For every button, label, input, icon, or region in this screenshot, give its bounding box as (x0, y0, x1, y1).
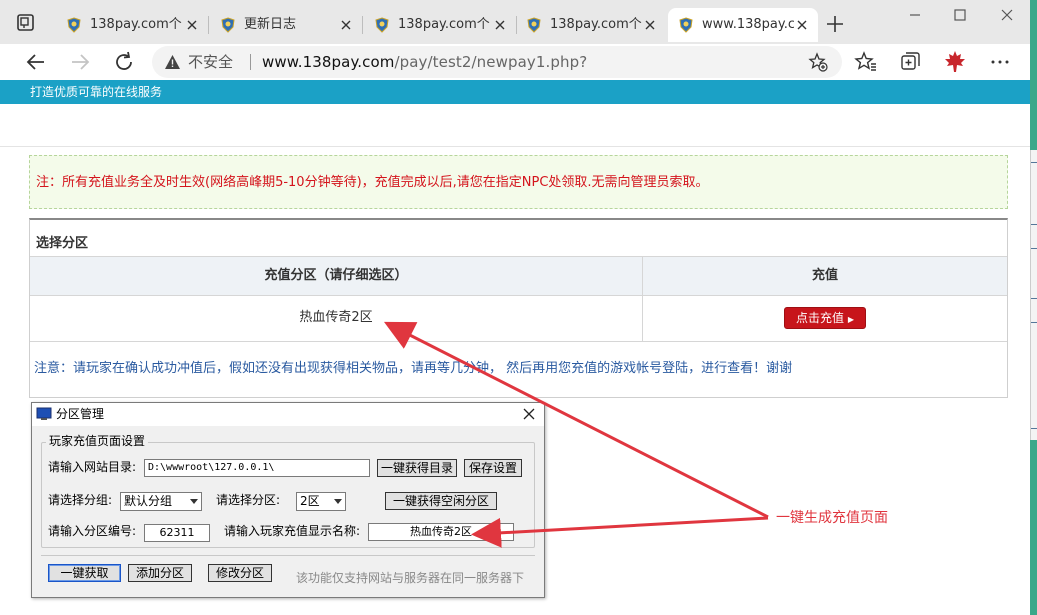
row-divider (30, 341, 1007, 342)
window-close-icon[interactable] (996, 6, 1018, 24)
close-icon[interactable] (184, 17, 200, 33)
address-separator (250, 54, 251, 70)
add-zone-button[interactable]: 添加分区 (128, 564, 192, 582)
shield-favicon-icon (221, 17, 235, 33)
close-icon[interactable] (794, 17, 810, 33)
arrow-right-icon: ▶ (847, 315, 854, 324)
shield-favicon-icon (375, 17, 389, 33)
page-divider (0, 146, 1030, 147)
url-host: www.138pay.com (262, 53, 395, 71)
warning-triangle-icon[interactable] (164, 54, 181, 70)
collections-icon[interactable] (898, 50, 922, 74)
close-icon[interactable] (642, 17, 658, 33)
tab-1[interactable]: 138pay.com个人 (56, 8, 208, 42)
group-select[interactable]: 默认分组 (120, 492, 202, 511)
extension-maple-leaf-icon[interactable] (943, 50, 967, 74)
header-recharge: 充值 (811, 268, 838, 283)
notice-text: 注：所有充值业务全及时生效(网络高峰期5-10分钟等待)，充值完成以后,请您在指… (36, 175, 709, 190)
security-status[interactable]: 不安全 (188, 52, 233, 72)
address-bar[interactable]: 不安全 www.138pay.com/pay/test2/newpay1.php… (152, 46, 842, 78)
navigation-bar: 不安全 www.138pay.com/pay/test2/newpay1.php… (0, 44, 1030, 80)
save-settings-button[interactable]: 保存设置 (464, 459, 522, 477)
panel-title: 选择分区 (36, 236, 89, 251)
header-zone: 充值分区（请仔细选区） (264, 268, 408, 283)
close-icon[interactable] (522, 407, 536, 421)
fetch-button[interactable]: 一键获取 (48, 564, 121, 582)
site-banner: 打造优质可靠的在线服务 (0, 80, 1030, 104)
maximize-icon[interactable] (949, 6, 971, 24)
zone-id-input[interactable]: 62311 (144, 524, 210, 542)
zone-label: 请选择分区: (216, 493, 281, 507)
add-favorite-icon[interactable] (808, 52, 828, 72)
column-divider (642, 256, 643, 341)
minimize-icon[interactable] (904, 6, 926, 24)
tab-title: 138pay.com个人 (550, 17, 642, 32)
dialog-title: 分区管理 (56, 407, 105, 421)
zone-id-label: 请输入分区编号: (48, 524, 137, 538)
group-title: 玩家充值页面设置 (46, 434, 149, 448)
tab-title: www.138pay.con (702, 17, 794, 32)
group-label: 请选择分组: (48, 493, 113, 507)
close-icon[interactable] (492, 17, 508, 33)
url-path: /pay/test2/newpay1.php? (394, 53, 588, 71)
tab-4[interactable]: 138pay.com个人 (516, 8, 666, 42)
zone-name-cell: 热血传奇2区 (299, 310, 373, 325)
tab-title: 更新日志 (244, 17, 297, 32)
display-name-input[interactable]: 热血传奇2区 (368, 523, 514, 541)
shield-favicon-icon (527, 17, 541, 33)
site-dir-label: 请输入网站目录: (48, 460, 137, 474)
browser-window: 138pay.com个人 更新日志 138pay.com个人 138pay.co… (0, 0, 1030, 615)
tab-title: 138pay.com个人 (90, 17, 182, 32)
site-slogan: 打造优质可靠的在线服务 (30, 85, 163, 99)
get-free-zone-button[interactable]: 一键获得空闲分区 (385, 492, 497, 510)
group-select-value: 默认分组 (124, 494, 173, 508)
zone-select-value: 2区 (300, 494, 320, 508)
tab-active[interactable]: www.138pay.con (668, 8, 818, 42)
forward-arrow-icon[interactable] (68, 50, 92, 74)
tab-bar: 138pay.com个人 更新日志 138pay.com个人 138pay.co… (0, 0, 1030, 46)
zone-selection-panel: 选择分区 充值分区（请仔细选区） 充值 热血传奇2区 点击充值 ▶ 注意：请玩家… (29, 218, 1008, 398)
back-arrow-icon[interactable] (24, 50, 48, 74)
recharge-note: 注意：请玩家在确认成功冲值后，假如还没有出现获得相关物品，请再等几分钟， 然后再… (34, 361, 793, 376)
site-dir-input[interactable]: D:\wwwroot\127.0.0.1\ (144, 459, 370, 477)
notice-box: 注：所有充值业务全及时生效(网络高峰期5-10分钟等待)，充值完成以后,请您在指… (29, 155, 1008, 209)
tab-actions-icon[interactable] (16, 13, 36, 33)
tab-2[interactable]: 更新日志 (210, 8, 362, 42)
tab-3[interactable]: 138pay.com个人 (364, 8, 516, 42)
new-tab-icon[interactable] (824, 13, 846, 35)
dialog-divider (41, 555, 535, 556)
favorites-icon[interactable] (854, 50, 878, 74)
table-header: 充值分区（请仔细选区） 充值 (30, 256, 1007, 296)
chevron-down-icon (190, 499, 198, 504)
get-dir-button[interactable]: 一键获得目录 (377, 459, 457, 477)
dialog-titlebar[interactable]: 分区管理 (32, 403, 544, 426)
display-name-label: 请输入玩家充值显示名称: (224, 524, 361, 538)
tab-title: 138pay.com个人 (398, 17, 490, 32)
recharge-button[interactable]: 点击充值 ▶ (784, 307, 866, 329)
refresh-icon[interactable] (112, 50, 136, 74)
more-options-icon[interactable] (988, 50, 1012, 74)
tab-separator (208, 16, 209, 34)
tab-separator (362, 16, 363, 34)
close-icon[interactable] (338, 17, 354, 33)
background-window-edge (1030, 150, 1037, 440)
url-text[interactable]: www.138pay.com/pay/test2/newpay1.php? (262, 52, 587, 72)
recharge-button-label: 点击充值 (796, 311, 845, 325)
zone-select[interactable]: 2区 (296, 492, 346, 511)
chevron-down-icon (334, 499, 342, 504)
annotation-label: 一键生成充值页面 (776, 510, 888, 526)
monitor-icon (36, 407, 52, 420)
shield-favicon-icon (67, 17, 81, 33)
zone-management-dialog: 分区管理 玩家充值页面设置 请输入网站目录: D:\wwwroot\127.0.… (31, 402, 545, 598)
edit-zone-button[interactable]: 修改分区 (208, 564, 272, 582)
dialog-hint: 该功能仅支持网站与服务器在同一服务器下 (296, 571, 525, 585)
shield-favicon-icon (679, 17, 693, 33)
